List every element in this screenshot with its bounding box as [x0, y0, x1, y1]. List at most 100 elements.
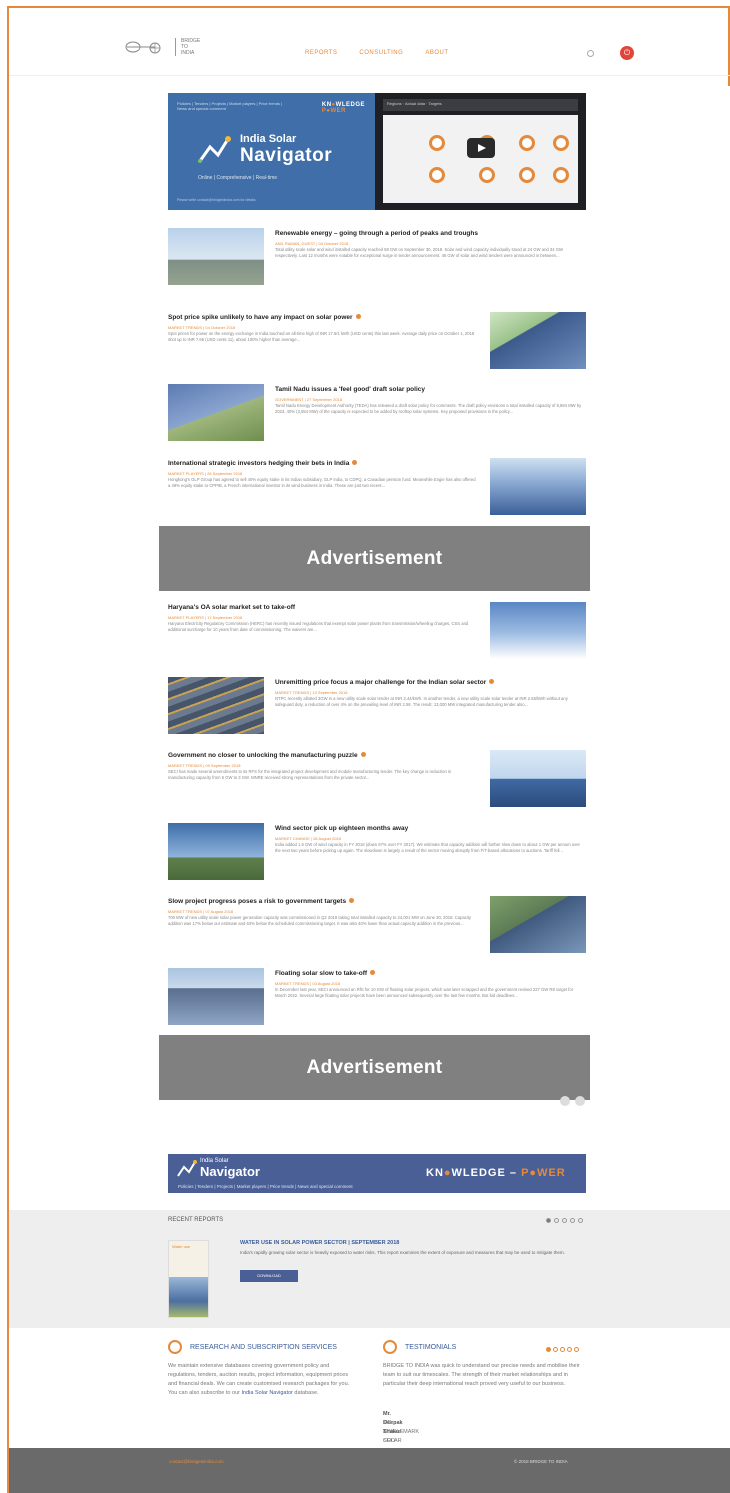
report-description: India's rapidly growing solar sector is … [240, 1250, 565, 1255]
reports-heading: RECENT REPORTS [168, 1217, 224, 1223]
article-thumbnail[interactable] [168, 384, 264, 441]
testimonial-quote: BRIDGE TO INDIA was quick to understand … [383, 1363, 580, 1387]
recent-reports: RECENT REPORTS Water use WATER USE IN SO… [9, 1210, 730, 1328]
article-item[interactable]: Spot price spike unlikely to have any im… [168, 312, 586, 374]
advertisement-banner[interactable]: Advertisement [159, 526, 590, 591]
dial-icon [519, 135, 535, 151]
article-title-text[interactable]: Unremitting price focus a major challeng… [275, 679, 486, 686]
article-thumbnail[interactable] [490, 458, 586, 515]
carousel-dot[interactable] [567, 1347, 572, 1352]
nav-reports[interactable]: REPORTS [305, 50, 337, 56]
article-item[interactable]: Slow project progress poses a risk to go… [168, 896, 586, 958]
kp-text: – [509, 1167, 518, 1179]
article-title-text[interactable]: Slow project progress poses a risk to go… [168, 898, 346, 905]
article-excerpt: 700 MW of new utility scale solar power … [168, 915, 472, 927]
article-thumbnail[interactable] [168, 677, 264, 734]
carousel-dot[interactable] [553, 1347, 558, 1352]
login-power-icon[interactable]: ⏻ [620, 46, 634, 60]
article-item[interactable]: International strategic investors hedgin… [168, 458, 586, 520]
site-footer: contact@bridgetoindia.com © 2018 BRIDGE … [9, 1448, 730, 1493]
hero-banner[interactable]: Policies | Tenders | Projects | Market p… [168, 93, 586, 210]
article-item[interactable]: Wind sector pick up eighteen months away… [168, 823, 586, 885]
hero-footnote: Please write contact@bridgetoindia.com f… [177, 198, 256, 202]
article-title-text[interactable]: Floating solar slow to take-off [275, 970, 367, 977]
new-badge-icon [370, 970, 376, 975]
article-thumbnail[interactable] [490, 896, 586, 953]
magnifier-icon [168, 1340, 182, 1354]
research-body: We maintain extensive databases covering… [168, 1362, 358, 1398]
article-thumbnail[interactable] [168, 823, 264, 880]
article-meta: MARKET PLAYERS | 26 September 2018 [168, 471, 243, 476]
prev-page-icon[interactable] [560, 1096, 570, 1106]
carousel-dot[interactable] [546, 1347, 551, 1352]
article-thumbnail[interactable] [490, 602, 586, 659]
article-title[interactable]: Spot price spike unlikely to have any im… [168, 314, 361, 321]
logo-wordmark: BRIDGE TO INDIA [175, 38, 200, 56]
article-item[interactable]: Unremitting price focus a major challeng… [168, 677, 586, 739]
dial-icon [553, 167, 569, 183]
article-title[interactable]: Floating solar slow to take-off [275, 970, 376, 977]
article-excerpt: Haryana Electricity Regulatory Commissio… [168, 621, 469, 633]
carousel-dot[interactable] [570, 1218, 575, 1223]
article-item[interactable]: Floating solar slow to take-off MARKET T… [168, 968, 586, 1030]
kp-text: WLEDGE [451, 1167, 506, 1179]
article-title[interactable]: Wind sector pick up eighteen months away [275, 825, 408, 832]
article-meta: MARKET TRENDS | 04 October 2018 [168, 325, 236, 330]
carousel-dot[interactable] [554, 1218, 559, 1223]
hero-title: Navigator [240, 145, 333, 166]
carousel-dot[interactable] [562, 1218, 567, 1223]
nav-consulting[interactable]: CONSULTING [359, 50, 403, 56]
article-title[interactable]: Renewable energy – going through a perio… [275, 230, 478, 237]
article-meta: MARKET CHANGE | 28 August 2018 [275, 836, 341, 841]
site-logo[interactable]: BRIDGE TO INDIA [125, 38, 200, 56]
article-title[interactable]: Government no closer to unlocking the ma… [168, 752, 366, 759]
kp-text: WER [537, 1167, 566, 1179]
hero-video[interactable]: Regions · Actual data · Targets [375, 93, 586, 210]
advertisement-banner[interactable]: Advertisement [159, 1035, 590, 1100]
article-item[interactable]: Tamil Nadu issues a 'feel good' draft so… [168, 384, 586, 446]
article-title[interactable]: Haryana's OA solar market set to take-of… [168, 604, 295, 611]
article-title[interactable]: Tamil Nadu issues a 'feel good' draft so… [275, 386, 425, 393]
article-excerpt: Hongkong's GLP Group has agreed to sell … [168, 477, 476, 489]
hero-crumb: Policies | Tenders | Projects | Market p… [177, 101, 283, 111]
article-excerpt: In December last year, SECI announced an… [275, 987, 574, 999]
article-thumbnail[interactable] [490, 312, 586, 369]
article-item[interactable]: Renewable energy – going through a perio… [168, 228, 586, 290]
article-title-text[interactable]: Spot price spike unlikely to have any im… [168, 314, 353, 321]
footer-email-link[interactable]: contact@bridgetoindia.com [169, 1459, 224, 1464]
article-excerpt: Tamil Nadu Energy Development Authority … [275, 403, 582, 415]
play-icon[interactable] [467, 138, 495, 158]
nav-about[interactable]: ABOUT [425, 50, 448, 56]
report-cover[interactable]: Water use [168, 1240, 209, 1318]
report-title[interactable]: WATER USE IN SOLAR POWER SECTOR | SEPTEM… [240, 1240, 399, 1246]
reports-carousel-dots [546, 1218, 583, 1223]
hero-tagline: Online | Comprehensive | Real-time [198, 175, 278, 181]
article-meta: ANIL RAMAN, GUEST | 04 October 2018 [275, 241, 349, 246]
banner-links: Policies | Tenders | Projects | Market p… [178, 1184, 353, 1189]
kp-logo: KN●WLEDGE – P●WER [426, 1167, 566, 1179]
article-title-text[interactable]: Government no closer to unlocking the ma… [168, 752, 358, 759]
article-title[interactable]: Unremitting price focus a major challeng… [275, 679, 495, 686]
article-title[interactable]: Slow project progress poses a risk to go… [168, 898, 355, 905]
article-thumbnail[interactable] [490, 750, 586, 807]
article-title[interactable]: International strategic investors hedgin… [168, 460, 358, 467]
article-title-text[interactable]: International strategic investors hedgin… [168, 460, 349, 467]
article-excerpt: Spot prices for power on the energy exch… [168, 331, 475, 343]
footer-copyright: © 2018 BRIDGE TO INDIA [514, 1459, 568, 1464]
article-item[interactable]: Haryana's OA solar market set to take-of… [168, 602, 586, 664]
carousel-dot[interactable] [574, 1347, 579, 1352]
search-icon[interactable] [587, 50, 594, 57]
carousel-dot[interactable] [578, 1218, 583, 1223]
navigator-banner[interactable]: India Solar Navigator Policies | Tenders… [168, 1154, 586, 1193]
article-thumbnail[interactable] [168, 968, 264, 1025]
carousel-dot[interactable] [560, 1347, 565, 1352]
article-item[interactable]: Government no closer to unlocking the ma… [168, 750, 586, 812]
navigator-logo-icon [177, 1160, 197, 1177]
article-thumbnail[interactable] [168, 228, 264, 285]
download-button[interactable]: DOWNLOAD [240, 1270, 298, 1282]
article-excerpt: NTPC recently allotted 3GW in a new util… [275, 696, 568, 708]
next-page-icon[interactable] [575, 1096, 585, 1106]
article-meta: MARKET PLAYERS | 17 September 2018 [168, 615, 243, 620]
navigator-link[interactable]: India Solar Navigator [242, 1390, 293, 1396]
carousel-dot[interactable] [546, 1218, 551, 1223]
